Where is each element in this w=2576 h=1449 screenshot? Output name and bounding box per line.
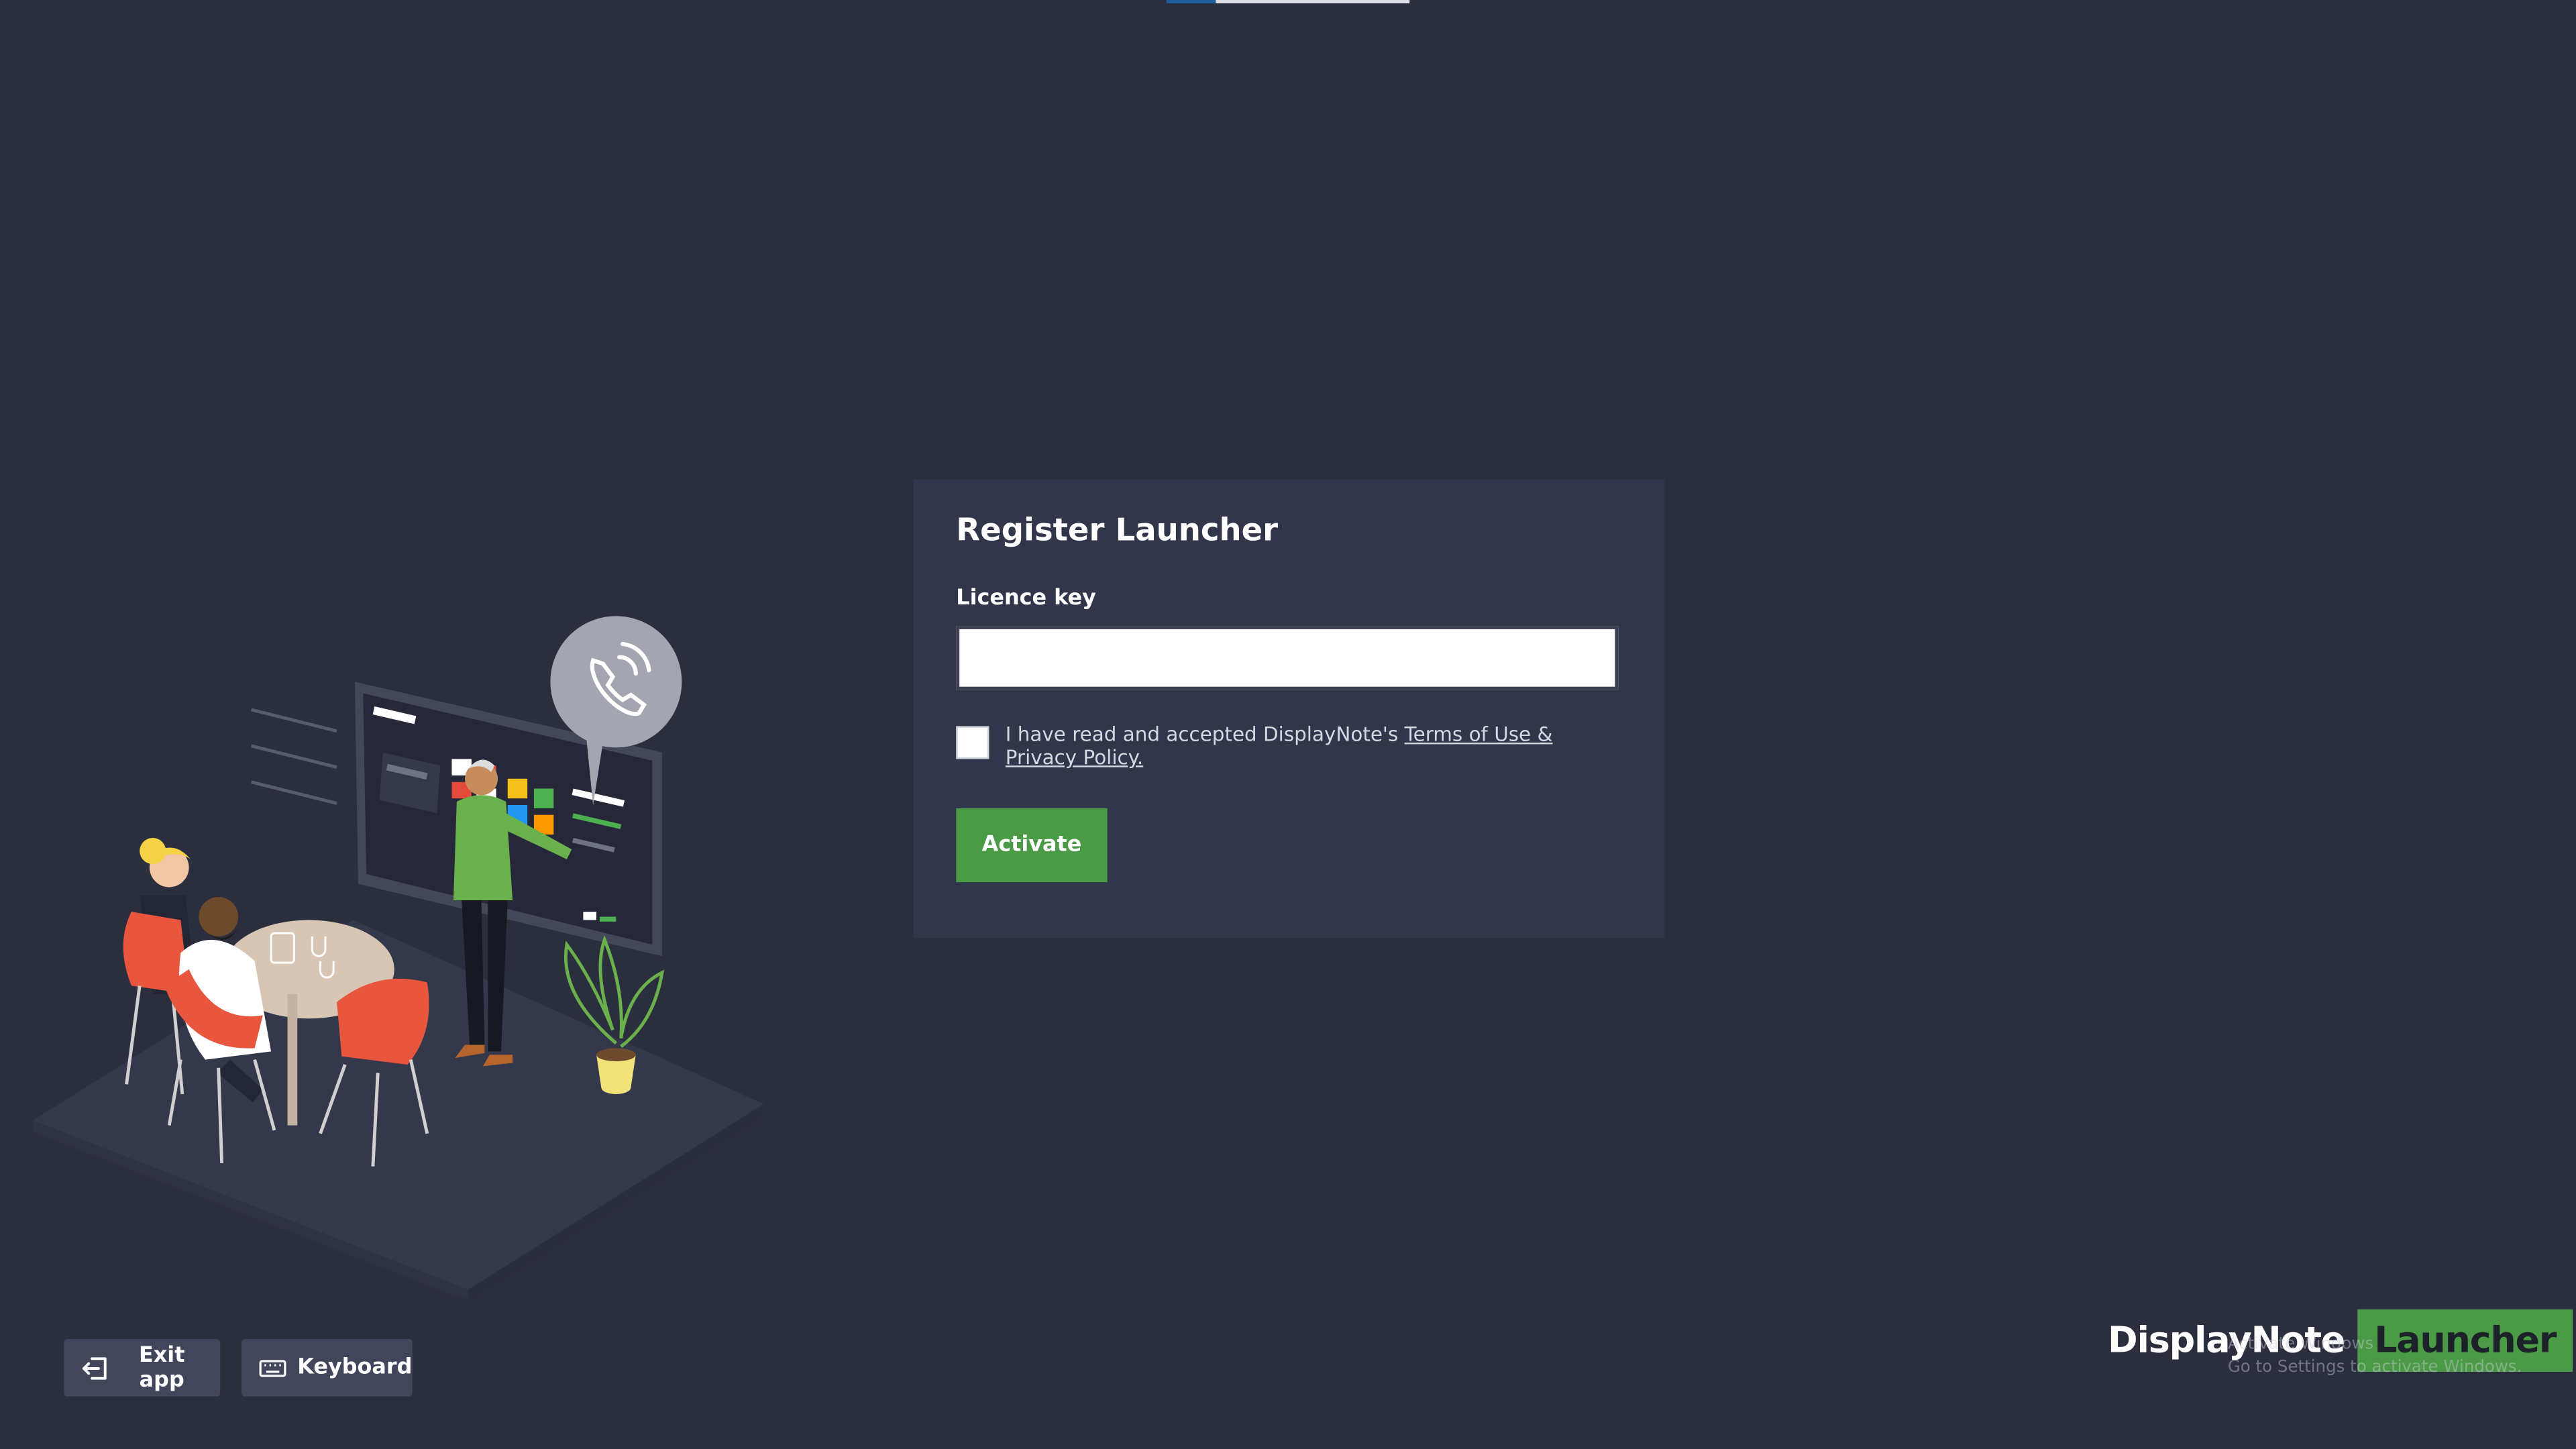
licence-key-input[interactable] [956,626,1619,690]
terms-prefix: I have read and accepted DisplayNote's [1005,722,1405,746]
brand-name: DisplayNote [2108,1320,2345,1361]
keyboard-button[interactable]: Keyboard [241,1338,413,1397]
progress-segment-active [1166,0,1216,3]
brand-tag: Launcher [2357,1309,2573,1372]
register-card: Register Launcher Licence key I have rea… [913,480,1664,938]
meeting-room-illustration [32,616,764,1298]
terms-checkbox[interactable] [956,726,989,759]
top-progress-indicator [1166,0,1410,3]
activate-button[interactable]: Activate [956,808,1108,883]
keyboard-icon [258,1353,287,1383]
progress-segment-track [1216,0,1410,3]
keyboard-label: Keyboard [297,1355,413,1381]
app-window: Register Launcher Licence key I have rea… [0,0,2576,1449]
exit-app-label: Exit app [139,1343,185,1393]
brand-logo: DisplayNote Launcher [2108,1307,2573,1373]
terms-text: I have read and accepted DisplayNote's T… [1006,723,1580,769]
exit-app-button[interactable]: Exit app [64,1338,221,1397]
licence-key-label: Licence key [956,586,1096,612]
card-title: Register Launcher [956,513,1279,549]
exit-icon [80,1353,110,1383]
